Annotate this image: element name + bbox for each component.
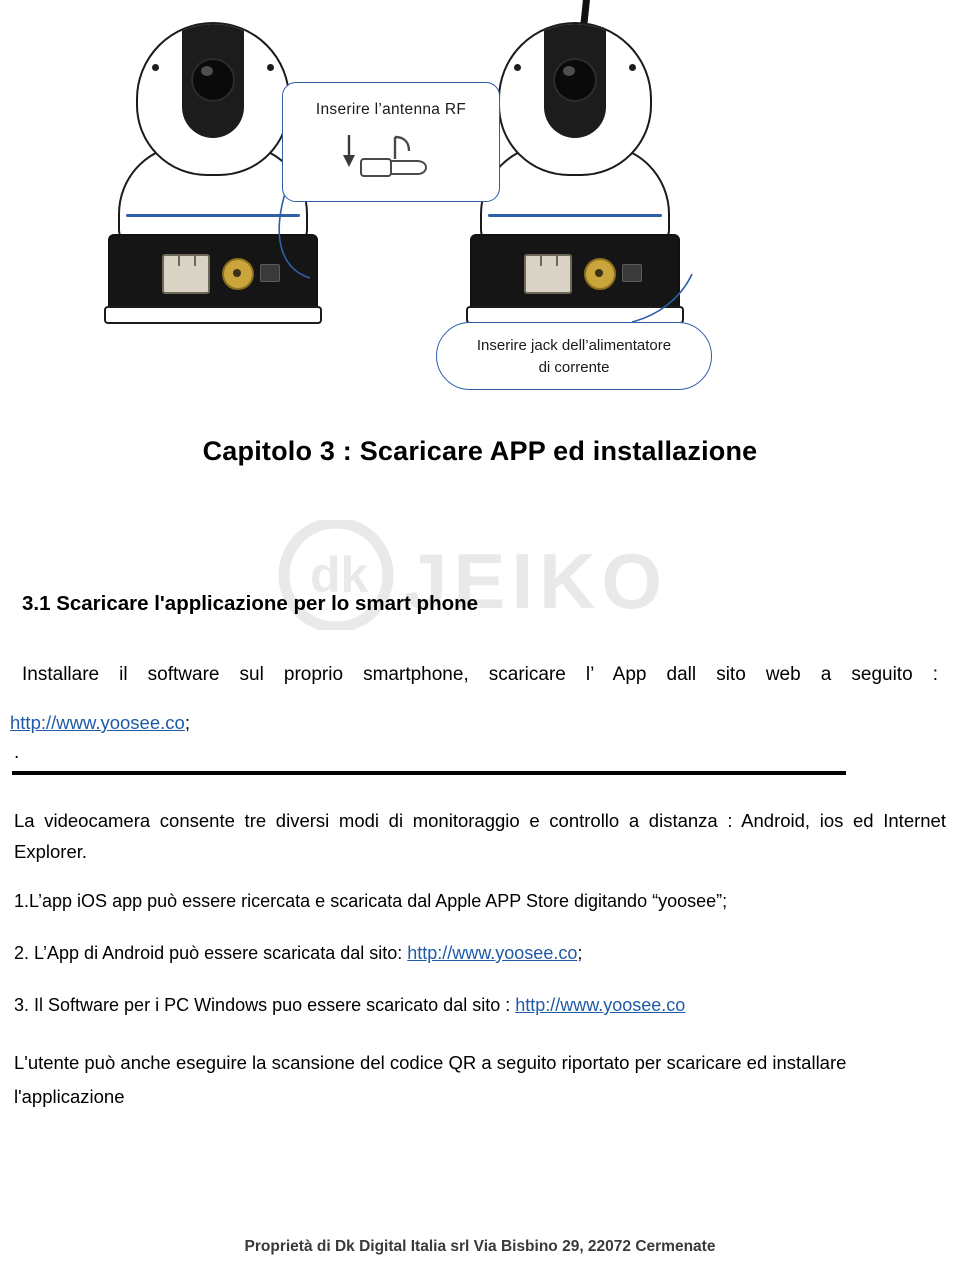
camera-illustration: Inserire l’antenna RF Inserire jack dell… <box>0 0 960 420</box>
list-item-android: 2. L’App di Android può essere scaricata… <box>14 940 582 967</box>
install-paragraph: Installare il software sul proprio smart… <box>22 660 938 690</box>
ethernet-port-icon <box>162 254 210 294</box>
camera-lens <box>553 58 597 102</box>
callout-rf-text: Inserire l’antenna RF <box>315 101 467 118</box>
camera-head <box>498 22 652 176</box>
qr-paragraph: L'utente può anche eseguire la scansione… <box>14 1046 940 1114</box>
callout-power-text: Inserire jack dell’alimentatore di corre… <box>437 335 711 379</box>
main-download-url-semicolon: ; <box>184 712 190 733</box>
callout-power-line1: Inserire jack dell’alimentatore <box>476 337 672 354</box>
list-item-android-suffix: ; <box>577 943 583 963</box>
list-item-pc-prefix: 3. Il Software per i PC Windows puo esse… <box>14 995 516 1015</box>
pc-download-url-link[interactable]: http://www.yoosee.co <box>515 995 685 1015</box>
callout-insert-power-jack: Inserire jack dell’alimentatore di corre… <box>436 322 712 390</box>
camera-lens <box>191 58 235 102</box>
modes-paragraph: La videocamera consente tre diversi modi… <box>14 810 946 862</box>
main-download-url-link[interactable]: http://www.yoosee.co <box>10 712 185 733</box>
main-download-url-line: http://www.yoosee.co; <box>10 712 190 734</box>
antenna-insert-diagram-icon <box>343 135 427 177</box>
camera-led-right <box>267 64 274 71</box>
section-title: 3.1 Scaricare l'applicazione per lo smar… <box>22 592 479 615</box>
camera-led-left <box>152 64 159 71</box>
camera-blue-stripe <box>488 214 662 217</box>
chapter-title: Capitolo 3 : Scaricare APP ed installazi… <box>202 436 758 466</box>
android-download-url-link[interactable]: http://www.yoosee.co <box>407 943 577 963</box>
list-item-ios: 1.L’app iOS app può essere ricercata e s… <box>14 891 728 911</box>
qr-paragraph-line2: l'applicazione <box>14 1086 125 1108</box>
camera-led-right <box>629 64 636 71</box>
list-item-pc: 3. Il Software per i PC Windows puo esse… <box>14 992 685 1019</box>
camera-led-left <box>514 64 521 71</box>
list-item-android-prefix: 2. L’App di Android può essere scaricata… <box>14 943 408 963</box>
stray-dot: . <box>14 742 20 763</box>
callout-power-line2: di corrente <box>538 358 610 376</box>
qr-paragraph-line1: L'utente può anche eseguire la scansione… <box>14 1052 847 1073</box>
install-paragraph-text: Installare il software sul proprio smart… <box>22 664 938 685</box>
callout-insert-rf-antenna: Inserire l’antenna RF <box>282 82 500 202</box>
page-footer: Proprietà di Dk Digital Italia srl Via B… <box>244 1238 716 1255</box>
horizontal-rule <box>12 771 846 775</box>
